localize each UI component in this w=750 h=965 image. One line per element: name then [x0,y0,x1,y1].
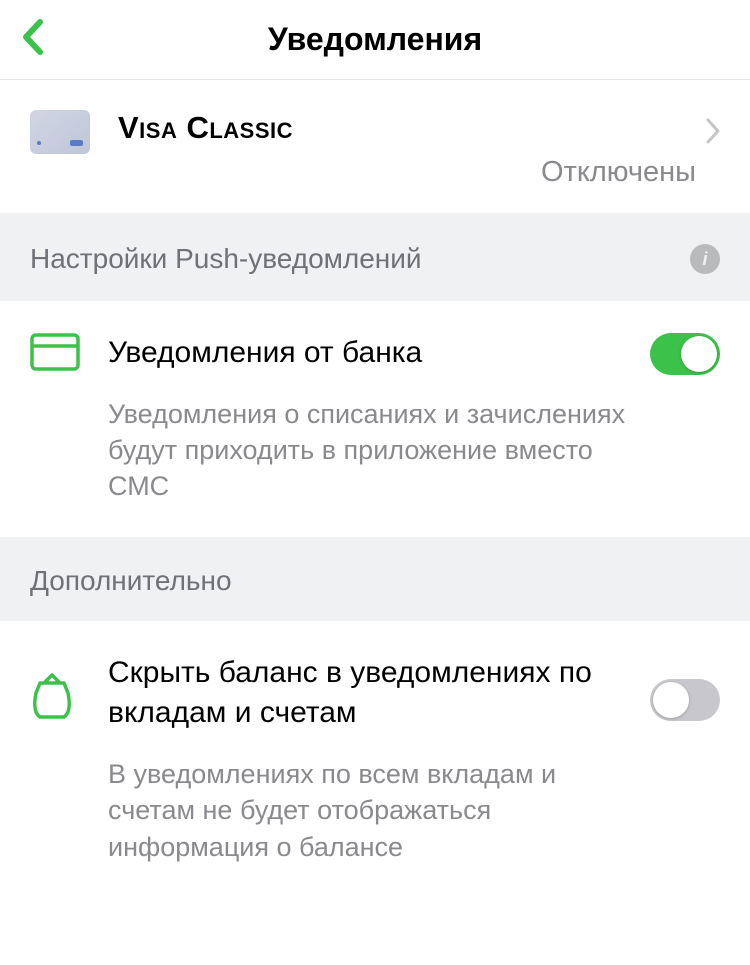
setting-row-hide-balance: Скрыть баланс в уведомлениях по вкладам … [0,621,750,897]
setting-content: Уведомления от банка Уведомления о списа… [108,333,630,505]
card-row[interactable]: Visa Classic Отключены [0,80,750,213]
bag-icon [30,673,80,726]
setting-content: Скрыть баланс в уведомлениях по вкладам … [108,653,630,865]
setting-description: В уведомлениях по всем вкладам и счетам … [108,756,630,865]
section-header-additional: Дополнительно [0,537,750,621]
chevron-left-icon [20,18,44,56]
card-text-block: Visa Classic Отключены [118,110,696,189]
setting-title: Скрыть баланс в уведомлениях по вкладам … [108,653,630,734]
card-outline-icon [30,333,80,376]
header: Уведомления [0,0,750,80]
chevron-right-icon [706,118,720,149]
card-icon [30,110,90,154]
setting-row-bank-notifications: Уведомления от банка Уведомления о списа… [0,301,750,537]
section-header-additional-label: Дополнительно [30,565,232,597]
toggle-knob [681,336,717,372]
back-button[interactable] [20,18,44,61]
toggle-hide-balance[interactable] [650,679,720,721]
page-title: Уведомления [20,21,730,58]
toggle-bank-notifications[interactable] [650,333,720,375]
card-status: Отключены [118,156,696,189]
setting-title: Уведомления от банка [108,333,630,374]
section-header-push: Настройки Push-уведомлений i [0,213,750,301]
info-icon[interactable]: i [690,244,720,274]
toggle-knob [653,682,689,718]
section-header-push-label: Настройки Push-уведомлений [30,243,422,275]
setting-description: Уведомления о списаниях и зачислениях бу… [108,396,630,505]
card-name: Visa Classic [118,110,696,146]
